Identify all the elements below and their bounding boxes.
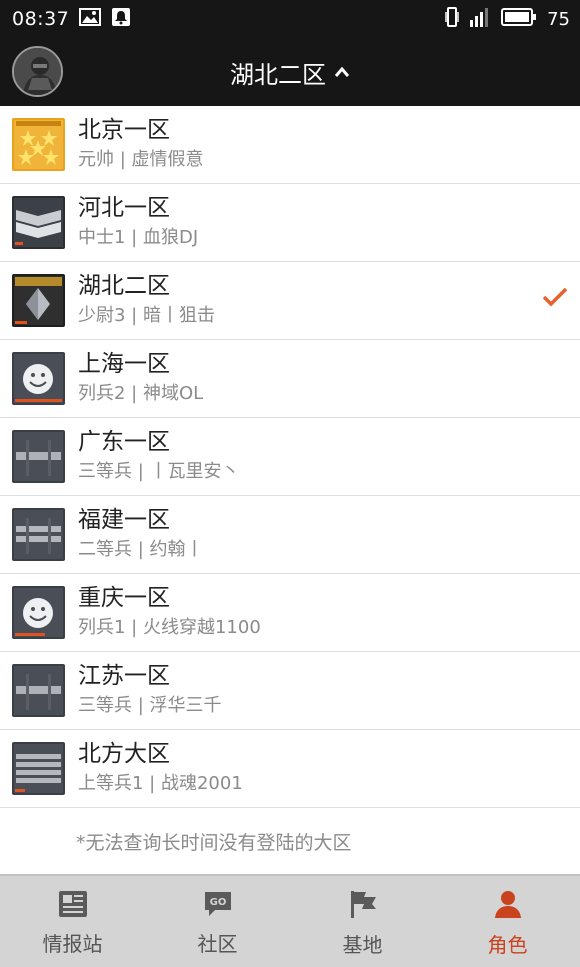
image-icon [79,8,102,30]
notification-icon [111,7,131,31]
server-detail: 列兵1 | 火线穿越1100 [78,617,261,638]
checkmark-icon [542,286,568,312]
page-title: 湖北二区 [230,60,326,89]
flag-icon [348,889,378,923]
server-row-text: 湖北二区 少尉3 | 暗丨狙击 [78,272,215,328]
signal-icon [469,6,491,32]
server-name: 江苏一区 [78,663,170,689]
server-name: 湖北二区 [78,273,170,299]
tab-base[interactable]: 基地 [290,876,435,967]
status-bar: 08:37 75 [0,0,580,38]
server-detail: 列兵2 | 神域OL [78,383,204,404]
server-row-text: 福建一区 二等兵 | 约翰丨 [78,506,204,562]
rank-badge-second-lieutenant-icon [12,274,65,327]
server-name: 重庆一区 [78,585,170,611]
server-name: 河北一区 [78,195,170,221]
server-row[interactable]: 重庆一区 列兵1 | 火线穿越1100 [0,574,580,652]
server-row[interactable]: 北方大区 上等兵1 | 战魂2001 [0,730,580,808]
server-name: 北方大区 [78,741,170,767]
chevron-up-icon [334,63,350,82]
bottom-nav: 情报站 GO 社区 基地 角色 [0,874,580,967]
status-bar-right: 75 [445,6,570,32]
server-name: 广东一区 [78,429,170,455]
rank-badge-sergeant-icon [12,742,65,795]
server-detail: 元帅 | 虚情假意 [78,149,204,170]
rank-badge-sfc-icon [12,196,65,249]
server-row-text: 江苏一区 三等兵 | 浮华三千 [78,662,222,718]
status-bar-left: 08:37 [12,7,131,31]
battery-level: 75 [547,8,570,30]
server-row[interactable]: 福建一区 二等兵 | 约翰丨 [0,496,580,574]
footer-note: *无法查询长时间没有登陆的大区 [0,808,580,874]
tab-character[interactable]: 角色 [435,876,580,967]
server-name: 北京一区 [78,117,170,143]
server-list: 北京一区 元帅 | 虚情假意 河北一区 中士1 | 血狼DJ 湖北二区 少尉3 … [0,106,580,808]
app-header: 湖北二区 [0,38,580,106]
rank-badge-trainee-icon [12,586,65,639]
server-detail: 二等兵 | 约翰丨 [78,539,204,560]
rank-badge-private-icon [12,664,65,717]
rank-badge-private-icon [12,430,65,483]
rank-badge-trainee-icon [12,352,65,405]
server-row-text: 广东一区 三等兵 | 丨瓦里安丶 [78,428,240,484]
server-row[interactable]: 北京一区 元帅 | 虚情假意 [0,106,580,184]
server-row-text: 河北一区 中士1 | 血狼DJ [78,194,198,250]
server-row[interactable]: 广东一区 三等兵 | 丨瓦里安丶 [0,418,580,496]
tab-community-label: 社区 [197,932,238,956]
tab-community[interactable]: GO 社区 [145,876,290,967]
battery-icon [501,8,537,30]
server-name: 福建一区 [78,507,170,533]
server-selector[interactable]: 湖北二区 [230,55,350,90]
rank-badge-pfc-icon [12,508,65,561]
newspaper-icon [58,890,88,922]
server-row-text: 上海一区 列兵2 | 神域OL [78,350,203,406]
server-detail: 少尉3 | 暗丨狙击 [78,305,215,326]
server-row-selected[interactable]: 湖北二区 少尉3 | 暗丨狙击 [0,262,580,340]
person-icon [493,889,523,923]
server-detail: 上等兵1 | 战魂2001 [78,773,243,794]
server-row-text: 北京一区 元帅 | 虚情假意 [78,116,204,172]
vibrate-icon [445,6,459,32]
server-row-text: 重庆一区 列兵1 | 火线穿越1100 [78,584,261,640]
server-detail: 中士1 | 血狼DJ [78,227,199,248]
server-name: 上海一区 [78,351,170,377]
chat-bubble-icon: GO [203,890,233,922]
status-time: 08:37 [12,8,70,30]
server-detail: 三等兵 | 浮华三千 [78,695,222,716]
server-row[interactable]: 河北一区 中士1 | 血狼DJ [0,184,580,262]
svg-text:GO: GO [209,897,226,908]
server-detail: 三等兵 | 丨瓦里安丶 [78,461,240,482]
rank-badge-marshal-icon [12,118,65,171]
tab-character-label: 角色 [487,933,528,957]
server-row-text: 北方大区 上等兵1 | 战魂2001 [78,740,243,796]
tab-news[interactable]: 情报站 [0,876,145,967]
server-row[interactable]: 上海一区 列兵2 | 神域OL [0,340,580,418]
tab-base-label: 基地 [342,933,383,957]
avatar-icon[interactable] [12,46,63,97]
server-row[interactable]: 江苏一区 三等兵 | 浮华三千 [0,652,580,730]
tab-news-label: 情报站 [42,932,103,956]
